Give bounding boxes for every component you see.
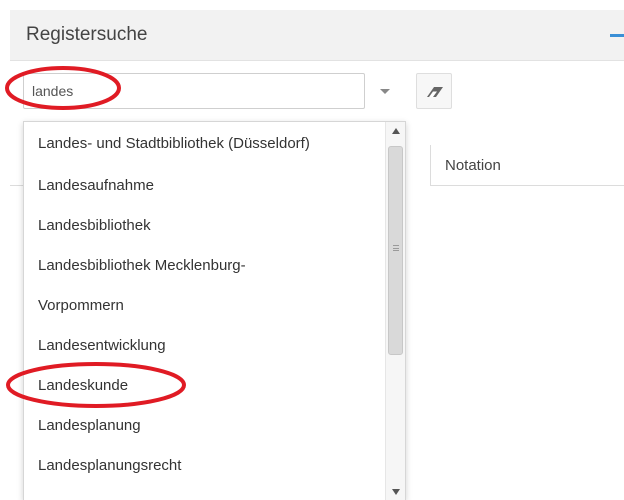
column-header-notation[interactable]: Notation (445, 157, 501, 174)
option-landesplanungsrecht[interactable]: Landesplanungsrecht (24, 446, 385, 486)
option-landesentwicklung[interactable]: Landesentwicklung (24, 326, 385, 366)
option-list: Landes- und Stadtbibliothek (Düsseldorf)… (24, 122, 385, 486)
option-landes-und-stadtbibliothek[interactable]: Landes- und Stadtbibliothek (Düsseldorf) (24, 122, 385, 166)
option-landesbibliothek[interactable]: Landesbibliothek (24, 206, 385, 246)
autocomplete-dropdown[interactable]: Landes- und Stadtbibliothek (Düsseldorf)… (23, 121, 406, 500)
search-input[interactable]: landes (23, 73, 365, 109)
option-landesplanung[interactable]: Landesplanung (24, 406, 385, 446)
option-landesbibliothek-mecklenburg-cont[interactable]: Vorpommern (24, 286, 385, 326)
scrollbar[interactable] (385, 122, 405, 500)
panel-title: Registersuche (26, 24, 148, 45)
grip-icon (393, 245, 399, 251)
minus-icon[interactable] (610, 34, 624, 37)
option-landeskunde[interactable]: Landeskunde (24, 366, 385, 406)
table-header: Notation (430, 145, 624, 186)
scroll-up-icon[interactable] (392, 128, 400, 134)
option-landesbibliothek-mecklenburg[interactable]: Landesbibliothek Mecklenburg- (24, 246, 385, 286)
caret-down-icon (380, 89, 390, 94)
dropdown-toggle-button[interactable] (374, 80, 396, 102)
option-landesaufnahme[interactable]: Landesaufnahme (24, 166, 385, 206)
eraser-icon (427, 87, 443, 97)
clear-button[interactable] (416, 73, 452, 109)
scrollbar-thumb[interactable] (388, 146, 403, 355)
panel-header: Registersuche (10, 10, 624, 61)
scroll-down-icon[interactable] (392, 489, 400, 495)
